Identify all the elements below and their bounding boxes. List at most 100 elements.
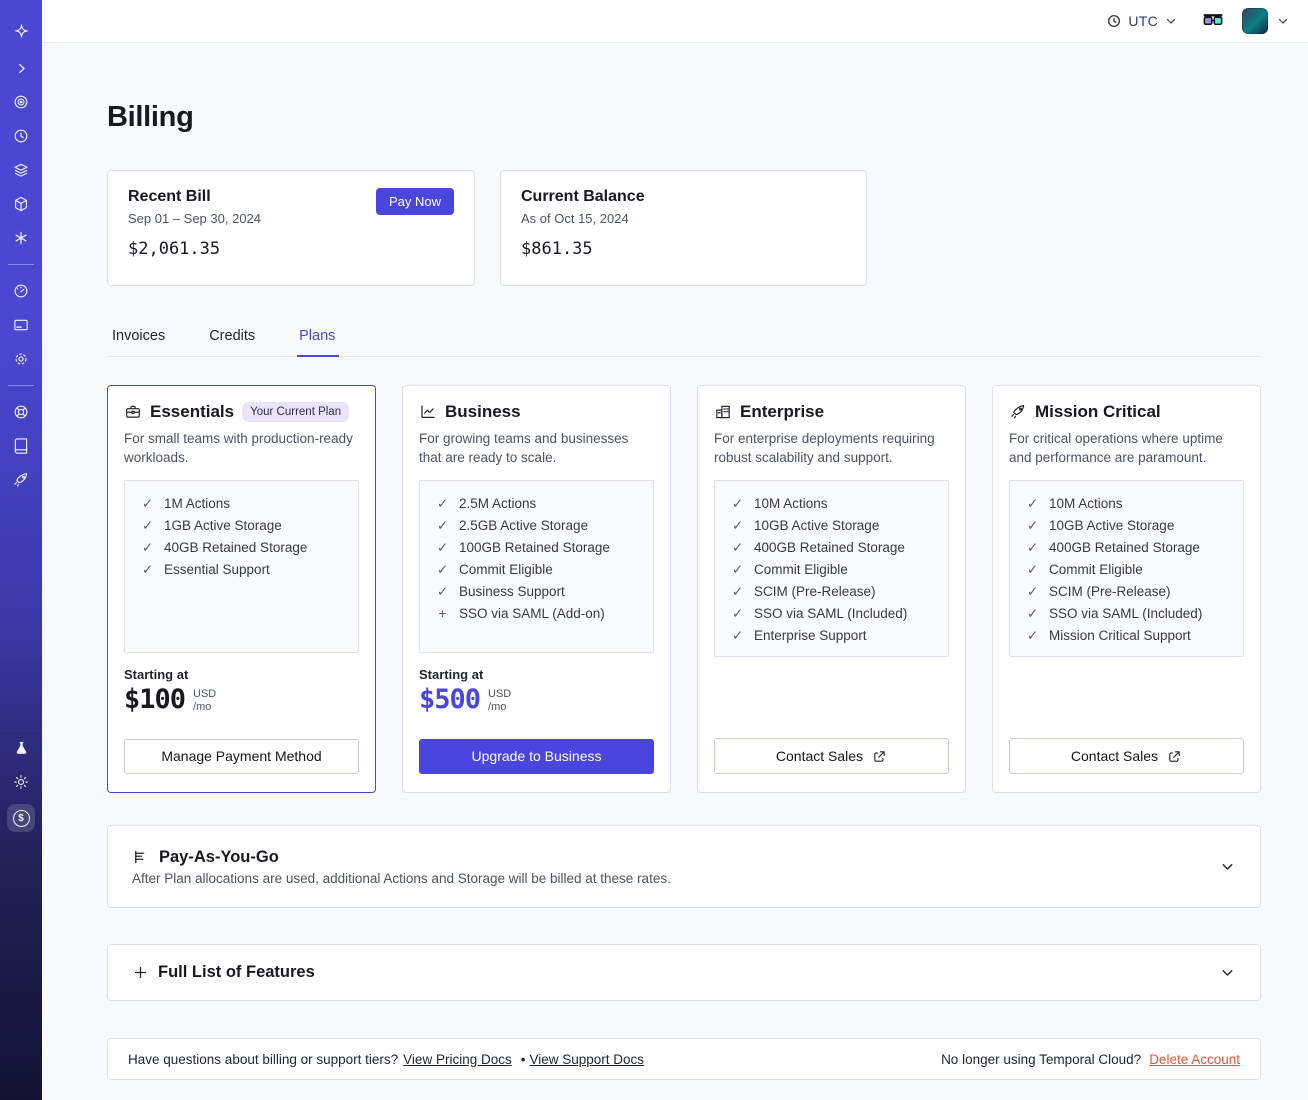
user-avatar[interactable] xyxy=(1242,8,1268,34)
check-icon: ✓ xyxy=(436,562,449,577)
view-pricing-docs-link[interactable]: View Pricing Docs xyxy=(403,1052,512,1067)
feature-label: 10M Actions xyxy=(754,496,828,512)
pay-now-button[interactable]: Pay Now xyxy=(375,188,454,215)
namespaces-icon[interactable] xyxy=(7,88,35,116)
expand-sidebar-icon[interactable] xyxy=(7,54,35,82)
chevron-down-icon xyxy=(1219,858,1236,875)
payg-subtitle: After Plan allocations are used, additio… xyxy=(132,870,671,886)
recent-bill-card: Recent Bill Sep 01 – Sep 30, 2024 $2,061… xyxy=(107,170,475,286)
plan-feature: + SSO via SAML (Add-on) xyxy=(436,603,643,625)
theme-sun-icon[interactable] xyxy=(7,768,35,796)
currency-label: USD xyxy=(193,687,217,700)
line-chart-icon xyxy=(421,405,435,418)
plan-feature: ✓ SCIM (Pre-Release) xyxy=(1026,581,1233,603)
billing-card-icon[interactable] xyxy=(7,311,35,339)
full-features-accordion[interactable]: Full List of Features xyxy=(107,944,1261,1001)
check-icon: ✓ xyxy=(731,518,744,534)
view-support-docs-link[interactable]: View Support Docs xyxy=(529,1052,644,1067)
plan-feature: ✓ 10M Actions xyxy=(731,493,938,515)
tab-plans[interactable]: Plans xyxy=(297,322,340,357)
feature-label: 2.5M Actions xyxy=(459,496,537,511)
full-features-title: Full List of Features xyxy=(158,963,315,981)
footer-bar: Have questions about billing or support … xyxy=(107,1038,1261,1080)
check-icon: ✓ xyxy=(1026,606,1039,622)
check-icon: ✓ xyxy=(141,518,154,533)
manage-payment-method-button[interactable]: Manage Payment Method xyxy=(124,738,359,774)
check-icon: ✓ xyxy=(731,584,744,600)
feature-label: 2.5GB Active Storage xyxy=(459,518,589,533)
tab-credits[interactable]: Credits xyxy=(209,322,255,356)
plan-description: For critical operations where uptime and… xyxy=(1009,431,1223,466)
feature-label: 400GB Retained Storage xyxy=(754,540,905,556)
tab-invoices[interactable]: Invoices xyxy=(112,322,165,356)
feature-label: Business Support xyxy=(459,584,565,599)
plan-description: For enterprise deployments requiring rob… xyxy=(714,431,935,466)
feature-label: Essential Support xyxy=(164,562,270,577)
pay-as-you-go-accordion[interactable]: Pay-As-You-Go After Plan allocations are… xyxy=(107,825,1261,908)
chevron-down-icon xyxy=(1164,14,1178,28)
plan-feature: ✓ Mission Critical Support xyxy=(1026,625,1233,647)
timezone-selector[interactable]: UTC xyxy=(1106,13,1178,29)
feature-label: 10M Actions xyxy=(1049,496,1123,512)
temporal-logo-icon[interactable] xyxy=(7,16,35,44)
settings-gear-icon[interactable] xyxy=(7,345,35,373)
check-icon: ✓ xyxy=(731,562,744,578)
briefcase-icon xyxy=(126,405,140,418)
feature-label: SCIM (Pre-Release) xyxy=(754,584,876,600)
plan-feature: ✓ 10GB Active Storage xyxy=(731,515,938,537)
contact-sales-label: Contact Sales xyxy=(1070,748,1159,764)
plan-feature: ✓ SCIM (Pre-Release) xyxy=(731,581,938,603)
app-window: $ UTC Billing Recent Bill Sep 01 – Sep 3… xyxy=(0,0,1308,1100)
plus-icon: + xyxy=(438,606,447,621)
contact-sales-button[interactable]: Contact Sales xyxy=(714,738,949,774)
sidebar-nav: $ xyxy=(0,0,42,1100)
contact-sales-button[interactable]: Contact Sales xyxy=(1009,738,1244,774)
plan-feature-box: ✓ 10M Actions ✓ 10GB Active Storage ✓ 400GB… xyxy=(1009,480,1244,658)
page-title: Billing xyxy=(107,101,194,133)
footer-question: Have questions about billing or support … xyxy=(128,1051,399,1067)
feature-label: SCIM (Pre-Release) xyxy=(1049,584,1171,600)
docs-book-icon[interactable] xyxy=(7,432,35,460)
workflows-cube-icon[interactable] xyxy=(7,190,35,218)
account-chevron-down-icon[interactable] xyxy=(1276,14,1290,28)
external-link-icon xyxy=(1169,750,1180,762)
plan-card-mission-critical: Mission Critical For critical operations… xyxy=(992,385,1261,793)
plan-feature: ✓ Enterprise Support xyxy=(731,625,938,647)
support-lifebuoy-icon[interactable] xyxy=(7,398,35,426)
feature-label: SSO via SAML (Add-on) xyxy=(459,606,605,621)
check-icon: ✓ xyxy=(1026,584,1039,600)
external-link-icon xyxy=(874,750,885,762)
usage-gauge-icon[interactable] xyxy=(7,277,35,305)
plan-card-business: Business For growing teams and businesse… xyxy=(402,385,671,793)
check-icon: ✓ xyxy=(1026,518,1039,534)
retro-glasses-icon[interactable] xyxy=(1202,13,1224,30)
currency-label: USD xyxy=(488,687,512,700)
nexus-asterisk-icon[interactable] xyxy=(7,224,35,252)
plus-icon xyxy=(134,966,147,979)
topbar: UTC xyxy=(42,0,1308,43)
plan-name: Enterprise xyxy=(740,402,825,421)
plan-name: Mission Critical xyxy=(1035,402,1161,421)
check-icon: ✓ xyxy=(436,540,449,555)
plan-feature-box: ✓ 2.5M Actions ✓ 2.5GB Active Storage ✓ 100… xyxy=(419,480,654,653)
schedules-icon[interactable] xyxy=(7,122,35,150)
plan-feature: ✓ 10GB Active Storage xyxy=(1026,515,1233,537)
plan-description: For growing teams and businesses that ar… xyxy=(419,431,629,466)
timezone-label: UTC xyxy=(1128,13,1158,29)
plan-price: $100 xyxy=(124,683,186,715)
feature-label: Mission Critical Support xyxy=(1049,628,1191,644)
current-balance-title: Current Balance xyxy=(521,188,645,205)
billing-active-icon[interactable]: $ xyxy=(7,804,35,832)
feature-label: Commit Eligible xyxy=(1049,562,1143,578)
check-icon: ✓ xyxy=(141,496,154,511)
plan-feature: ✓ 10M Actions xyxy=(1026,493,1233,515)
plan-feature: ✓ SSO via SAML (Included) xyxy=(1026,603,1233,625)
plan-card-essentials: Essentials Your Current Plan For small t… xyxy=(107,385,376,793)
deployments-layers-icon[interactable] xyxy=(7,156,35,184)
upgrade-to-business-button[interactable]: Upgrade to Business xyxy=(419,738,654,774)
labs-flask-icon[interactable] xyxy=(7,734,35,762)
delete-account-link[interactable]: Delete Account xyxy=(1149,1052,1240,1067)
chevron-down-icon xyxy=(1219,964,1236,981)
check-icon: ✓ xyxy=(436,584,449,599)
getting-started-rocket-icon[interactable] xyxy=(7,466,35,494)
